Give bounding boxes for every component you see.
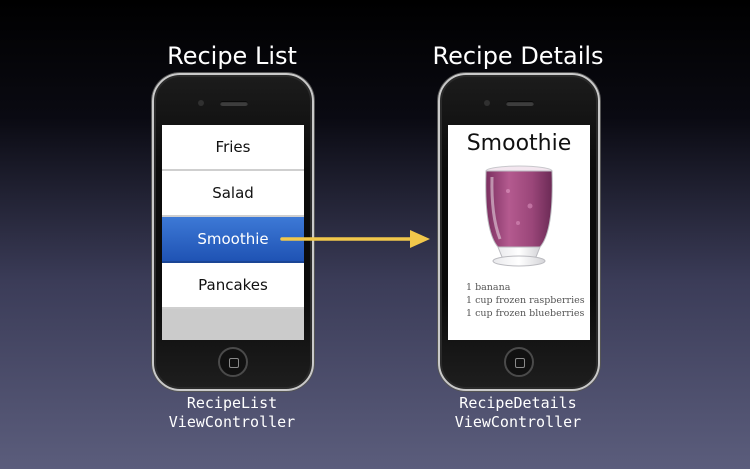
home-button-icon[interactable] <box>504 347 534 377</box>
speaker-grille <box>506 101 534 106</box>
list-item-fries[interactable]: Fries <box>162 125 304 171</box>
recipe-list-caption: RecipeList ViewController <box>112 394 352 432</box>
caption-line: ViewController <box>168 413 296 431</box>
list-empty-area <box>162 309 304 340</box>
smoothie-glass-icon <box>485 165 553 267</box>
recipe-name: Smoothie <box>466 131 572 156</box>
ingredients-list: 1 banana 1 cup frozen raspberries 1 cup … <box>448 281 590 320</box>
caption-line: RecipeDetails <box>459 394 577 412</box>
recipe-details-title: Recipe Details <box>432 42 604 70</box>
recipe-details-phone: Smoothie 1 banana 1 cup frozen raspberri… <box>438 73 600 391</box>
list-item-salad[interactable]: Salad <box>162 171 304 217</box>
camera-icon <box>198 100 204 106</box>
recipe-list-title: Recipe List <box>167 42 297 70</box>
caption-line: RecipeList <box>186 394 278 412</box>
arrow-right-icon <box>280 230 430 248</box>
ingredient-item: 1 cup frozen raspberries <box>466 295 585 306</box>
ingredient-item: 1 cup frozen blueberries <box>466 308 585 319</box>
speaker-grille <box>220 101 248 106</box>
ingredient-item: 1 banana <box>466 282 511 293</box>
caption-line: ViewController <box>454 413 582 431</box>
recipe-details-screen: Smoothie 1 banana 1 cup frozen raspberri… <box>448 125 590 340</box>
smoothie-glass-image <box>448 161 590 281</box>
camera-icon <box>484 100 490 106</box>
recipe-details-caption: RecipeDetails ViewController <box>398 394 638 432</box>
list-item-pancakes[interactable]: Pancakes <box>162 263 304 309</box>
home-button-icon[interactable] <box>218 347 248 377</box>
